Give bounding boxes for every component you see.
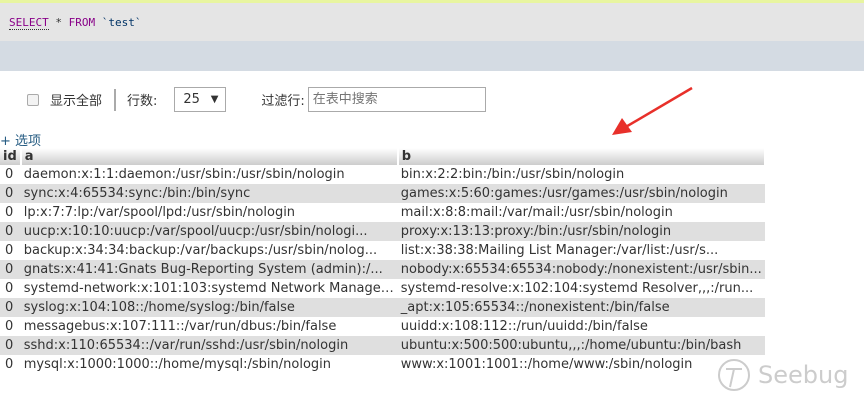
cell-id[interactable]: 0 <box>0 184 21 203</box>
sql-star: * <box>55 16 62 29</box>
table-row[interactable]: 0 lp:x:7:7:lp:/var/spool/lpd:/usr/sbin/no… <box>0 203 765 222</box>
table-row[interactable]: 0 backup:x:34:34:backup:/var/backups:/usr… <box>0 241 765 260</box>
cell-a[interactable]: backup:x:34:34:backup:/var/backups:/usr/… <box>20 241 398 260</box>
options-toggle[interactable]: + 选项 <box>0 130 41 149</box>
cell-id[interactable]: 0 <box>0 298 21 317</box>
cell-b[interactable]: www:x:1001:1001::/home/www:/sbin/nologin <box>397 355 765 374</box>
table-row[interactable]: 0 mysql:x:1000:1000::/home/mysql:/sbin/no… <box>0 355 765 374</box>
cell-a[interactable]: daemon:x:1:1:daemon:/usr/sbin:/usr/sbin/… <box>20 165 398 184</box>
seebug-logo-icon <box>718 359 750 391</box>
cell-id[interactable]: 0 <box>0 336 21 355</box>
table-row[interactable]: 0 sshd:x:110:65534::/var/run/sshd:/usr/sb… <box>0 336 765 355</box>
table-row[interactable]: 0 syslog:x:104:108::/home/syslog:/bin/fal… <box>0 298 765 317</box>
cell-b[interactable]: systemd-resolve:x:102:104:systemd Resolv… <box>397 279 765 298</box>
cell-id[interactable]: 0 <box>0 241 21 260</box>
cell-a[interactable]: messagebus:x:107:111::/var/run/dbus:/bin… <box>20 317 398 336</box>
cell-b[interactable]: mail:x:8:8:mail:/var/mail:/usr/sbin/nolo… <box>397 203 765 222</box>
show-all-label[interactable]: 显示全部 <box>50 90 102 109</box>
cell-a[interactable]: lp:x:7:7:lp:/var/spool/lpd:/usr/sbin/nol… <box>20 203 398 222</box>
table-row[interactable]: 0 uucp:x:10:10:uucp:/var/spool/uucp:/usr/… <box>0 222 765 241</box>
cell-id[interactable]: 0 <box>0 317 21 336</box>
rows-label: 行数: <box>127 94 158 109</box>
cell-a[interactable]: syslog:x:104:108::/home/syslog:/bin/fals… <box>20 298 398 317</box>
table-row[interactable]: 0 sync:x:4:65534:sync:/bin:/bin/sync games… <box>0 184 765 203</box>
cell-b[interactable]: nobody:x:65534:65534:nobody:/nonexistent… <box>397 260 765 279</box>
red-arrow-annotation <box>612 86 693 135</box>
results-table: id a b 0 daemon:x:1:1:daemon:/usr/sbin:/usr… <box>0 148 766 374</box>
filter-rows-input[interactable] <box>307 87 486 112</box>
table-row[interactable]: 0 daemon:x:1:1:daemon:/usr/sbin:/usr/sbin… <box>0 165 765 184</box>
cell-b[interactable]: bin:x:2:2:bin:/bin:/usr/sbin/nologin <box>397 165 765 184</box>
sql-keyword-from: FROM <box>68 16 96 29</box>
sql-table-name: `test` <box>101 16 142 29</box>
cell-b[interactable]: _apt:x:105:65534::/nonexistent:/bin/fals… <box>397 298 765 317</box>
rows-value: 25 <box>183 92 200 107</box>
cell-a[interactable]: systemd-network:x:101:103:systemd Networ… <box>20 279 398 298</box>
query-actions-band <box>0 41 864 71</box>
sql-keyword-select[interactable]: SELECT <box>9 16 49 30</box>
column-header-a[interactable]: a <box>20 148 399 165</box>
cell-b[interactable]: games:x:5:60:games:/usr/games:/usr/sbin/… <box>397 184 765 203</box>
cell-id[interactable]: 0 <box>0 355 21 374</box>
table-row[interactable]: 0 messagebus:x:107:111::/var/run/dbus:/bi… <box>0 317 765 336</box>
cell-b[interactable]: proxy:x:13:13:proxy:/bin:/usr/sbin/nolog… <box>397 222 765 241</box>
cell-id[interactable]: 0 <box>0 260 21 279</box>
cell-id[interactable]: 0 <box>0 203 21 222</box>
show-all-checkbox[interactable] <box>27 93 39 106</box>
cell-a[interactable]: mysql:x:1000:1000::/home/mysql:/sbin/nol… <box>20 355 398 374</box>
cell-id[interactable]: 0 <box>0 222 21 241</box>
cell-id[interactable]: 0 <box>0 279 21 298</box>
table-row[interactable]: 0 gnats:x:41:41:Gnats Bug-Reporting Syste… <box>0 260 765 279</box>
cell-a[interactable]: sshd:x:110:65534::/var/run/sshd:/usr/sbi… <box>20 336 398 355</box>
cell-id[interactable]: 0 <box>0 165 21 184</box>
watermark-text: Seebug <box>758 361 849 389</box>
filter-label: 过滤行: <box>261 94 305 109</box>
column-header-b[interactable]: b <box>397 148 766 165</box>
column-header-id[interactable]: id <box>0 148 22 165</box>
cell-a[interactable]: gnats:x:41:41:Gnats Bug-Reporting System… <box>20 260 398 279</box>
cell-a[interactable]: uucp:x:10:10:uucp:/var/spool/uucp:/usr/s… <box>20 222 398 241</box>
sql-query-display: SELECT * FROM `test` <box>0 3 864 41</box>
cell-a[interactable]: sync:x:4:65534:sync:/bin:/bin/sync <box>20 184 398 203</box>
cell-b[interactable]: ubuntu:x:500:500:ubuntu,,,:/home/ubuntu:… <box>397 336 765 355</box>
rows-per-page-select[interactable]: 25 ▼ <box>174 87 227 112</box>
cell-b[interactable]: list:x:38:38:Mailing List Manager:/var/l… <box>397 241 765 260</box>
divider <box>114 88 117 111</box>
cell-b[interactable]: uuidd:x:108:112::/run/uuidd:/bin/false <box>397 317 765 336</box>
navigation-controls: 显示全部 行数: 25 ▼ 过滤行: <box>27 87 486 112</box>
table-row[interactable]: 0 systemd-network:x:101:103:systemd Netwo… <box>0 279 765 298</box>
caret-down-icon: ▼ <box>210 94 219 105</box>
seebug-watermark: Seebug <box>716 357 848 393</box>
